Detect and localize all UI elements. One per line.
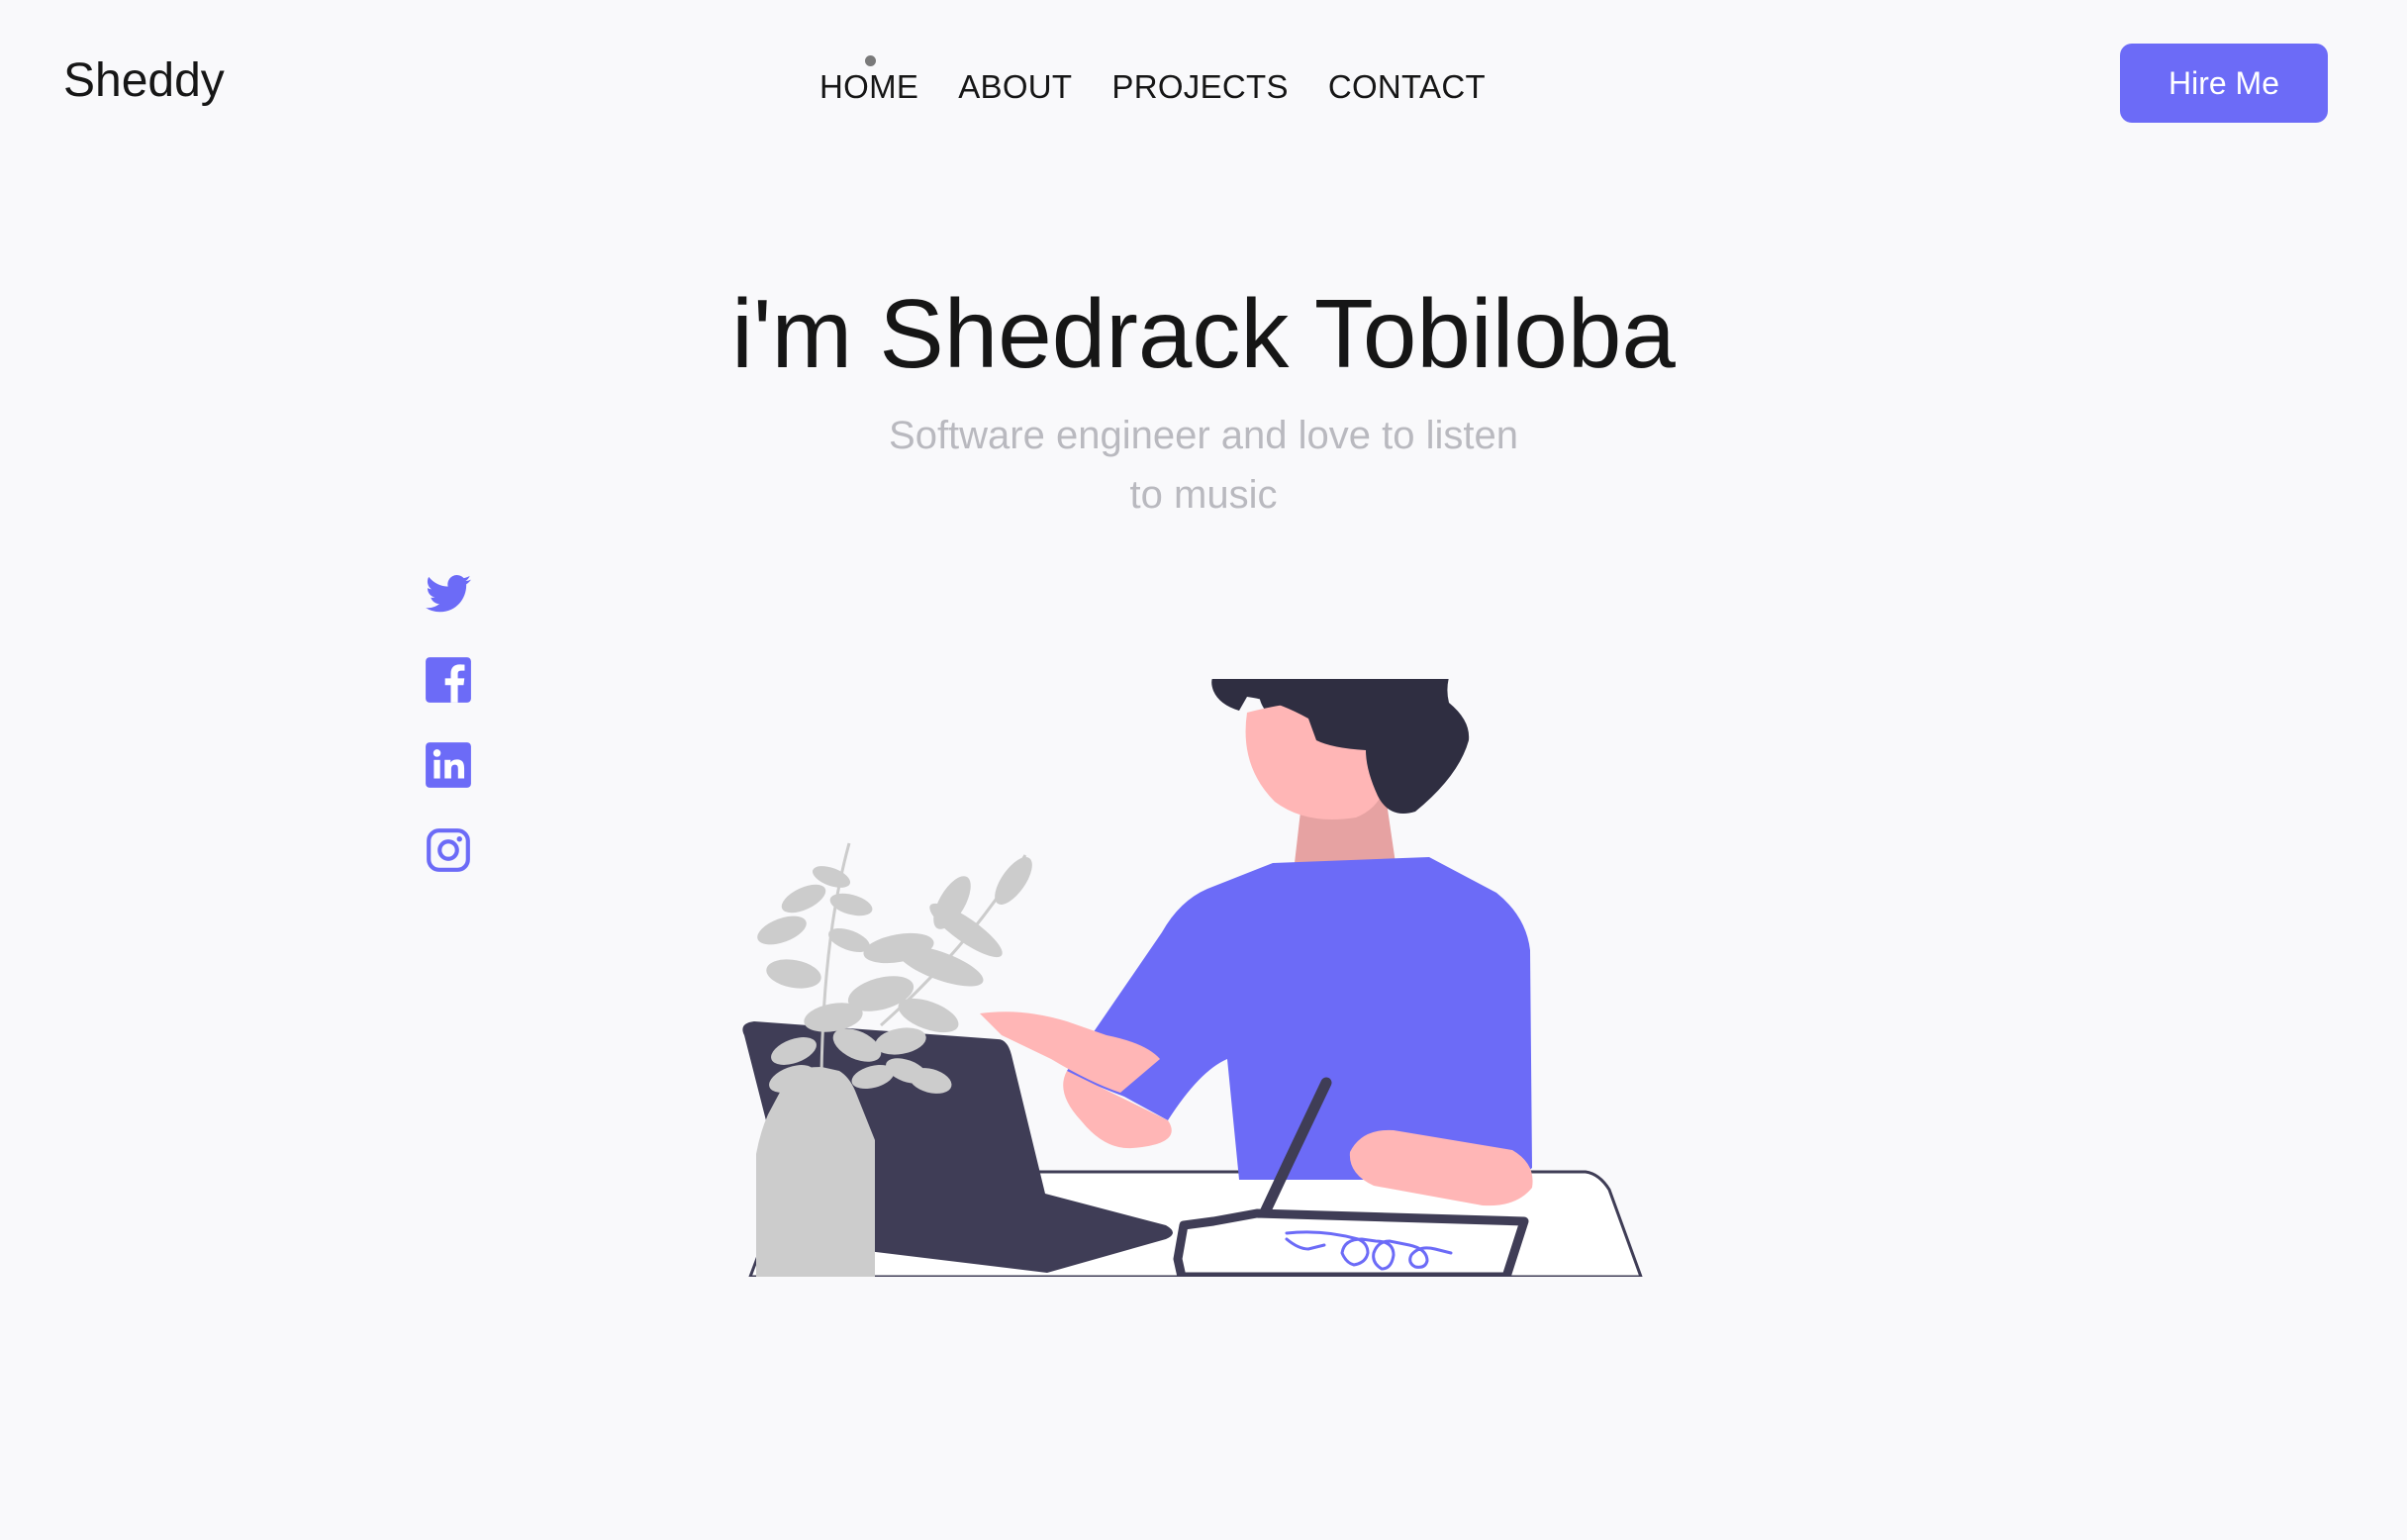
- nav-item-projects[interactable]: PROJECTS: [1111, 63, 1288, 111]
- hero-subtitle-line-2: to music: [1129, 473, 1278, 517]
- main-nav: HOME ABOUT PROJECTS CONTACT: [819, 55, 1486, 111]
- hero-illustration: [732, 679, 1643, 1277]
- hero-subtitle-line-1: Software engineer and love to listen: [889, 414, 1518, 457]
- nav-item-contact[interactable]: CONTACT: [1328, 63, 1486, 111]
- twitter-icon: [424, 570, 473, 620]
- hero-subtitle: Software engineer and love to listen to …: [857, 406, 1550, 525]
- active-indicator-dot: [865, 55, 876, 66]
- instagram-icon: [424, 825, 473, 875]
- social-links: [424, 570, 473, 911]
- nav-item-label: HOME: [819, 68, 919, 105]
- facebook-link[interactable]: [424, 655, 473, 705]
- hero-title: i'm Shedrack Tobiloba: [731, 279, 1676, 388]
- linkedin-link[interactable]: [424, 740, 473, 790]
- nav-item-home[interactable]: HOME: [819, 55, 919, 111]
- twitter-link[interactable]: [424, 570, 473, 620]
- site-logo[interactable]: Sheddy: [63, 51, 225, 111]
- person-at-desk-illustration: [742, 679, 1643, 1277]
- nav-item-about[interactable]: ABOUT: [958, 63, 1072, 111]
- nav-item-label: ABOUT: [958, 68, 1073, 105]
- nav-item-label: CONTACT: [1327, 68, 1486, 105]
- linkedin-icon: [424, 740, 473, 790]
- nav-item-label: PROJECTS: [1111, 68, 1289, 105]
- hire-me-button[interactable]: Hire Me: [2120, 44, 2328, 123]
- instagram-link[interactable]: [424, 825, 473, 875]
- facebook-icon: [424, 655, 473, 705]
- page: Sheddy HOME ABOUT PROJECTS CONTACT Hire …: [0, 0, 2407, 1540]
